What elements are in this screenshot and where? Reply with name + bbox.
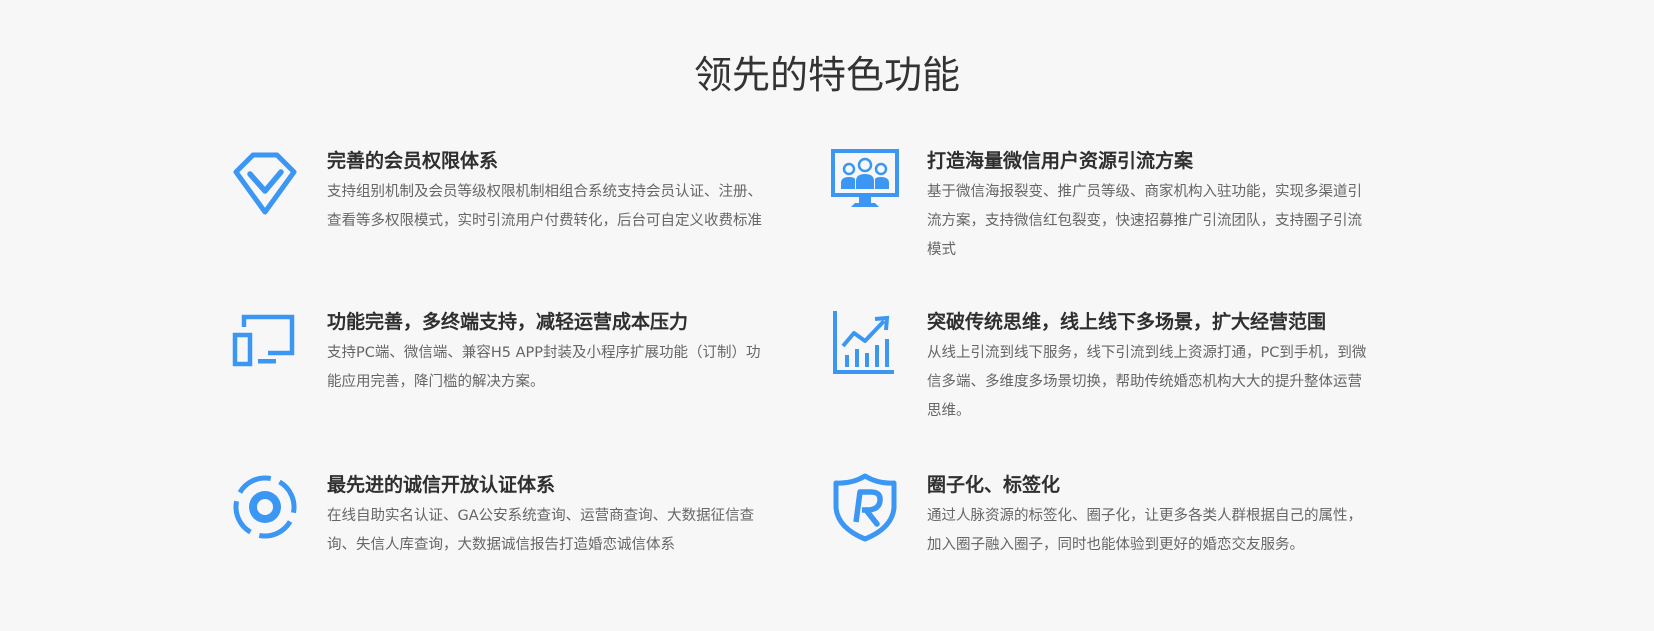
feature-description: 通过人脉资源的标签化、圈子化，让更多各类人群根据自己的属性，加入圈子融入圈子，同… bbox=[927, 508, 1362, 553]
feature-title: 最先进的诚信开放认证体系 bbox=[327, 474, 556, 496]
feature-description: 基于微信海报裂变、推广员等级、商家机构入驻功能，实现多渠道引流方案，支持微信红包… bbox=[927, 184, 1362, 258]
feature-description: 从线上引流到线下服务，线下引流到线上资源打通，PC到手机，到微信多端、多维度多场… bbox=[927, 345, 1367, 419]
feature-title: 功能完善，多终端支持，减轻运营成本压力 bbox=[327, 311, 689, 333]
shield-r-icon bbox=[830, 472, 900, 542]
feature-title: 圈子化、标签化 bbox=[927, 474, 1061, 496]
target-circle-icon bbox=[230, 472, 300, 542]
feature-title: 打造海量微信用户资源引流方案 bbox=[927, 150, 1194, 172]
feature-title: 突破传统思维，线上线下多场景，扩大经营范围 bbox=[927, 311, 1327, 333]
diamond-check-icon bbox=[230, 148, 300, 218]
feature-description: 在线自助实名认证、GA公安系统查询、运营商查询、大数据征信查询、失信人库查询，大… bbox=[327, 508, 755, 553]
growth-chart-icon bbox=[830, 309, 900, 379]
feature-title: 完善的会员权限体系 bbox=[327, 150, 499, 172]
group-monitor-icon bbox=[830, 148, 900, 218]
section-title: 领先的特色功能 bbox=[693, 53, 960, 97]
feature-description: 支持PC端、微信端、兼容H5 APP封装及小程序扩展功能（订制）功能应用完善，降… bbox=[327, 345, 761, 390]
feature-description: 支持组别机制及会员等级权限机制相组合系统支持会员认证、注册、查看等多权限模式，实… bbox=[327, 184, 762, 229]
multi-device-icon bbox=[230, 309, 300, 379]
